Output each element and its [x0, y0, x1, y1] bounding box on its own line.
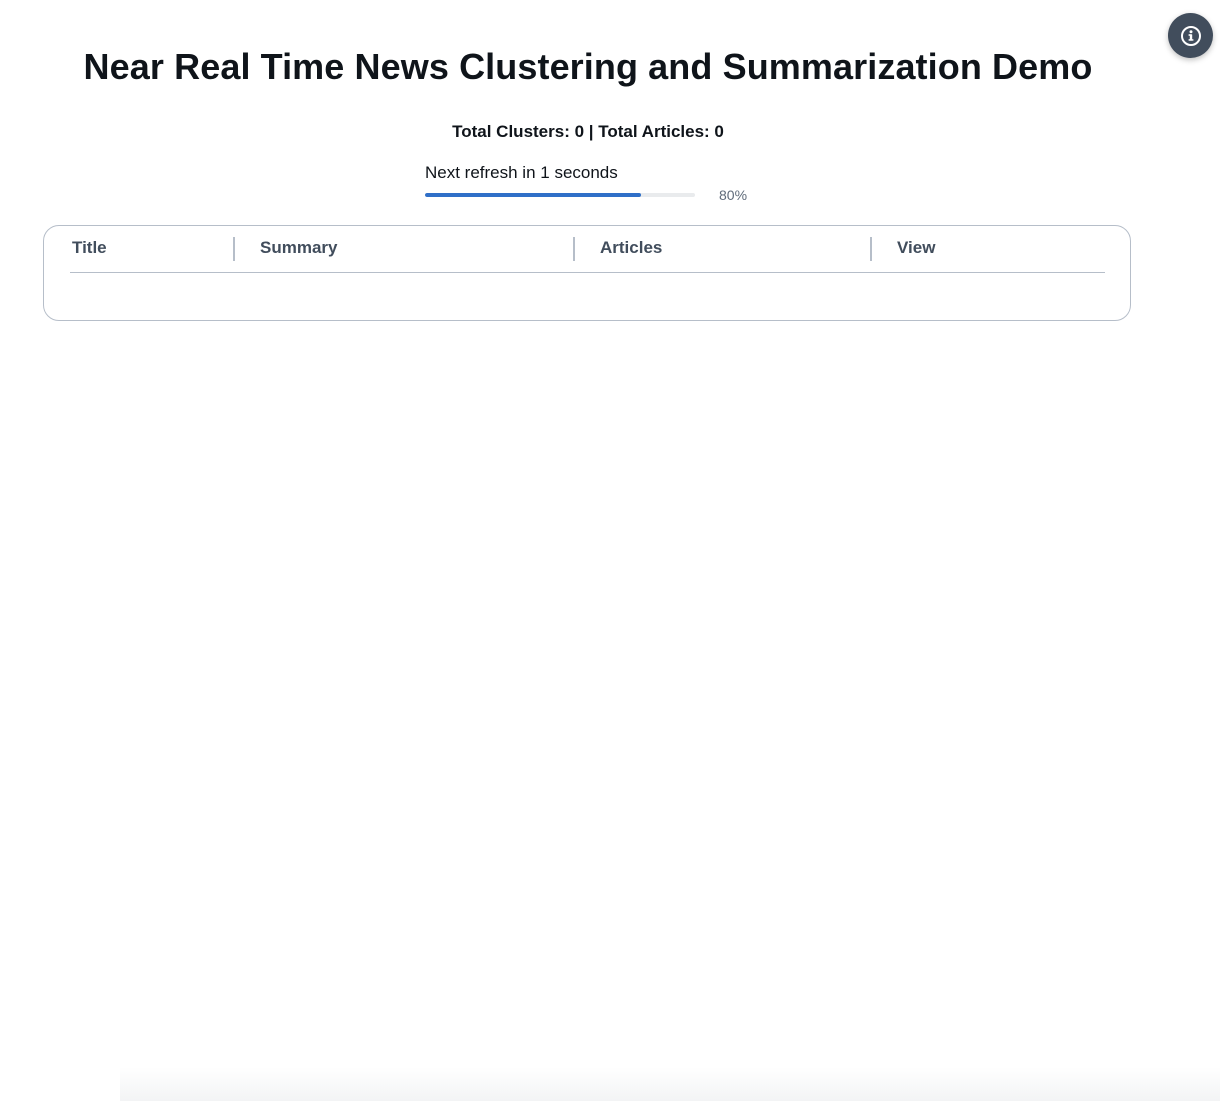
column-resizer[interactable]	[233, 237, 235, 261]
clusters-table: Title Summary Articles View	[43, 225, 1131, 321]
page: Near Real Time News Clustering and Summa…	[0, 0, 1220, 1101]
column-resizer[interactable]	[573, 237, 575, 261]
column-header-title[interactable]: Title	[72, 226, 107, 272]
column-header-summary[interactable]: Summary	[260, 226, 337, 272]
column-resizer[interactable]	[870, 237, 872, 261]
bottom-shadow	[120, 1067, 1220, 1101]
info-button[interactable]	[1168, 13, 1213, 58]
column-header-articles[interactable]: Articles	[600, 226, 662, 272]
page-title: Near Real Time News Clustering and Summa…	[83, 46, 1093, 87]
table-header: Title Summary Articles View	[70, 226, 1105, 273]
refresh-indicator: Next refresh in 1 seconds 80%	[425, 162, 765, 208]
totals-summary: Total Clusters: 0 | Total Articles: 0	[452, 122, 724, 141]
progress-track	[425, 193, 695, 197]
refresh-progress: 80%	[425, 184, 765, 208]
info-icon	[1180, 25, 1201, 46]
progress-fill	[425, 193, 641, 197]
refresh-label: Next refresh in 1 seconds	[425, 163, 618, 182]
progress-percent: 80%	[719, 187, 748, 203]
column-header-view[interactable]: View	[897, 226, 935, 272]
